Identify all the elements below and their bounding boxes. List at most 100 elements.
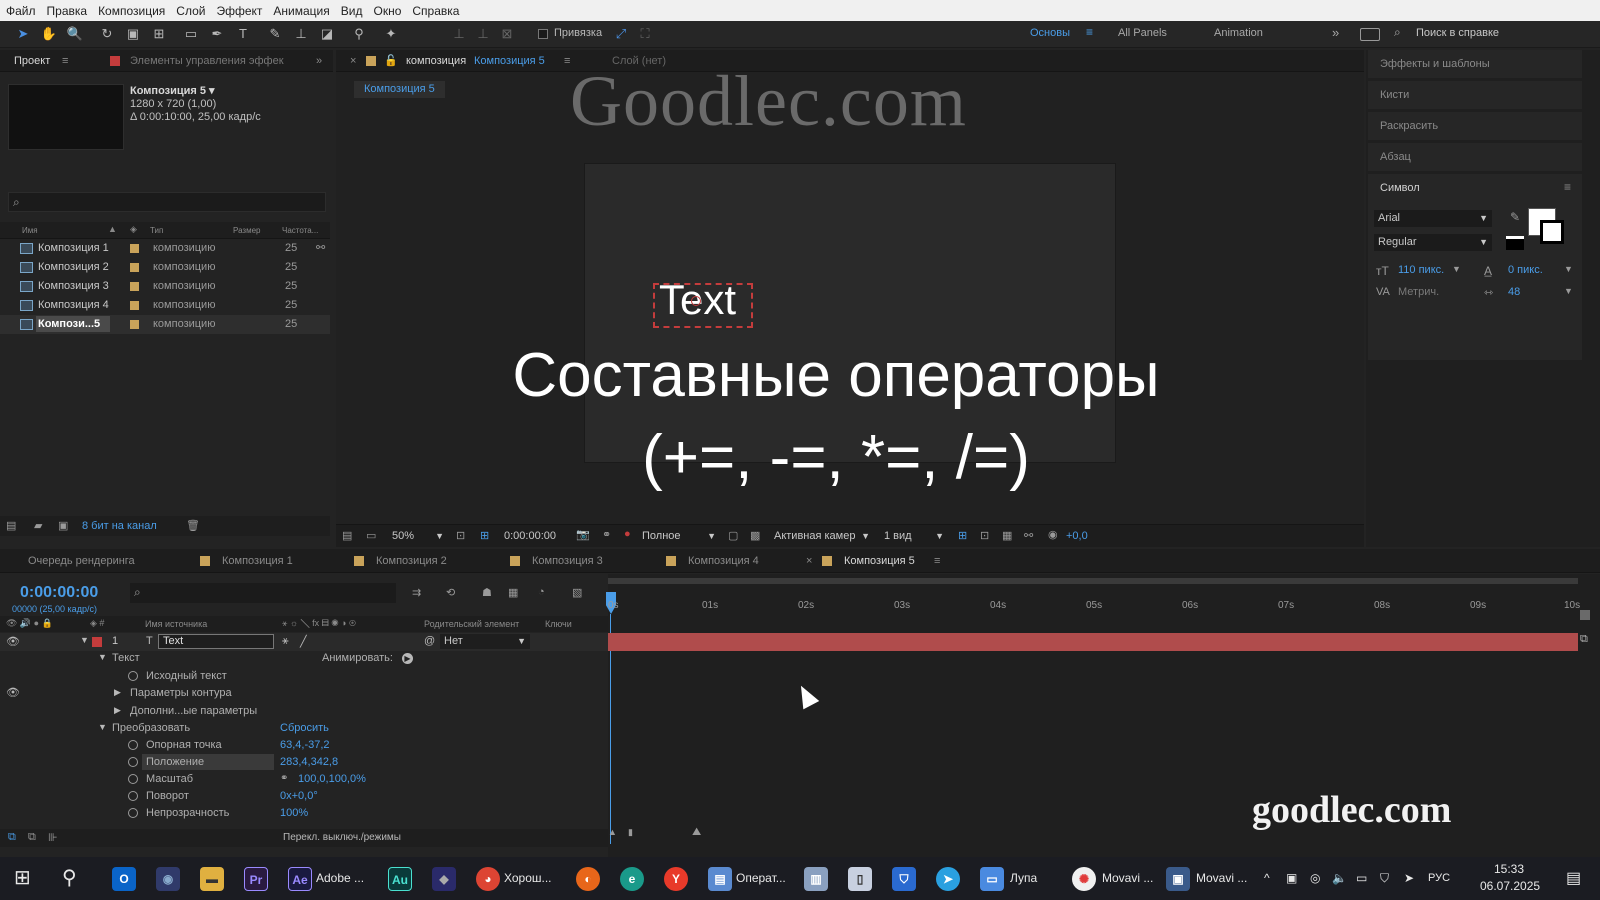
brushes-panel[interactable]: Кисти [1368,81,1582,109]
premiere-icon[interactable]: Pr [244,867,268,891]
fit-icon[interactable]: ⊡ [456,529,465,542]
movavi-screen-icon[interactable]: ▣ [1166,867,1190,891]
column-source-name[interactable]: Имя источника [145,619,207,629]
stopwatch-icon[interactable] [128,791,138,801]
more-workspaces-icon[interactable]: » [1332,25,1339,40]
property-value[interactable]: 63,4,-37,2 [280,739,330,751]
browser-icon[interactable]: ◉ [156,867,180,891]
comp-mini-flowchart-icon[interactable]: ⇉ [412,586,421,599]
safe-margins-icon[interactable]: ⊞ [480,529,489,542]
menu-help[interactable]: Справка [412,4,459,18]
font-size-value[interactable]: 110 пикс. [1398,264,1444,276]
menu-animation[interactable]: Анимация [273,4,329,18]
tracking-value[interactable]: 48 [1508,286,1520,298]
zoom-slider-thumb[interactable]: ▮ [628,827,633,838]
bit-depth-button[interactable]: 8 бит на канал [82,520,157,532]
quality-switch-icon[interactable]: ╱ [300,635,307,648]
fast-previews-icon[interactable]: ⊡ [980,529,989,542]
project-search-input[interactable]: ⌕ [8,192,326,212]
eyedropper-icon[interactable]: ✎ [1510,210,1520,224]
column-size[interactable]: Размер [233,226,261,235]
effects-presets-panel[interactable]: Эффекты и шаблоны [1368,50,1582,78]
visual-studio-icon[interactable]: ◆ [432,867,456,891]
taskbar-item-movavi-1[interactable]: Movavi ... [1102,857,1153,900]
roto-brush-tool-icon[interactable]: ⚲ [350,25,368,43]
zoom-dropdown[interactable]: 50% ▼ [392,528,444,545]
workspace-menu-icon[interactable]: ≡ [1086,25,1093,39]
column-keys[interactable]: Ключи [545,619,572,629]
exposure-icon[interactable]: ◉ [1048,528,1058,541]
show-snapshot-icon[interactable]: ⚭ [602,528,611,541]
more-options-expand-icon[interactable]: ▶ [114,705,121,716]
monitor-icon[interactable]: ▭ [366,529,376,542]
paint-panel[interactable]: Раскрасить [1368,112,1582,140]
notepad-icon[interactable]: ▥ [804,867,828,891]
type-tool-icon[interactable]: T [234,25,252,43]
telegram-icon[interactable]: ➤ [936,867,960,891]
audition-icon[interactable]: Au [388,867,412,891]
region-of-interest-icon[interactable]: ▢ [728,529,738,542]
magnifier-icon[interactable]: ▭ [980,867,1004,891]
tab-composition-label[interactable]: композиция [406,50,466,72]
tracking-dropdown-icon[interactable]: ▼ [1564,286,1573,296]
hand-tool-icon[interactable]: ✋ [40,25,58,43]
workspace-all-panels[interactable]: All Panels [1118,27,1167,39]
constrain-proportions-icon[interactable]: ⚭ [280,773,288,784]
workspace-essentials[interactable]: Основы [1030,27,1070,39]
selected-comp-name[interactable]: Композиция 5 ▾ [130,84,215,97]
menu-composition[interactable]: Композиция [98,4,165,18]
windows-start-icon[interactable]: ⊞ [14,857,31,900]
property-name[interactable]: Опорная точка [146,739,222,751]
snapping-checkbox[interactable] [538,29,548,39]
frame-blending-icon[interactable]: ▦ [508,586,518,599]
visibility-eye-icon[interactable]: 👁 [6,635,20,648]
workspace-animation[interactable]: Animation [1214,27,1263,39]
paragraph-panel[interactable]: Абзац [1368,143,1582,171]
transform-expand-icon[interactable]: ▼ [98,722,107,732]
security-icon[interactable]: ⛉ [1380,857,1389,900]
menu-file[interactable]: Файл [6,4,36,18]
flowchart-view-icon[interactable]: ⚯ [1024,529,1033,542]
zoom-tool-icon[interactable]: 🔍 [66,25,84,43]
property-name[interactable]: Масштаб [146,773,193,785]
exposure-value[interactable]: +0,0 [1066,528,1088,545]
timeline-icon[interactable]: ▦ [1002,529,1012,542]
pen-tool-icon[interactable]: ✒ [208,25,226,43]
layer-bar-end-icon[interactable]: ⧉ [1580,633,1588,646]
stopwatch-icon[interactable] [128,808,138,818]
tab-render-queue[interactable]: Очередь рендеринга [28,550,135,572]
character-menu-icon[interactable]: ≡ [1564,180,1571,194]
axis-local-icon[interactable]: ⊥ [450,25,468,43]
stopwatch-icon[interactable] [128,757,138,767]
flowchart-icon[interactable]: ⚯ [316,239,325,258]
project-item[interactable]: Композиция 1 композицию 25 ⚯ [0,239,330,258]
tab-comp-4[interactable]: Композиция 4 [688,550,759,572]
property-value[interactable]: 100,0,100,0% [298,773,366,785]
path-options-expand-icon[interactable]: ▶ [114,687,121,698]
toggle-switches-modes-button[interactable]: Перекл. выключ./режимы [283,832,401,843]
property-name[interactable]: Поворот [146,790,189,802]
tab-composition-name[interactable]: Композиция 5 [474,50,545,72]
volume-icon[interactable]: 🔈 [1332,857,1347,900]
edge-icon[interactable]: e [620,867,644,891]
tab-effect-controls[interactable]: Элементы управления эффек [130,50,284,72]
menu-effect[interactable]: Эффект [216,4,262,18]
property-value[interactable]: 0x+0,0° [280,790,318,802]
leading-dropdown-icon[interactable]: ▼ [1564,264,1573,274]
sync-settings-icon[interactable] [1360,28,1380,41]
tab-comp-3[interactable]: Композиция 3 [532,550,603,572]
always-preview-icon[interactable]: ▤ [342,529,352,542]
new-composition-icon[interactable]: ▣ [58,519,68,532]
menu-edit[interactable]: Правка [47,4,88,18]
source-text-label[interactable]: Исходный текст [146,670,227,682]
tab-comp-5[interactable]: Композиция 5 [844,550,915,572]
taskbar-item-document[interactable]: Операт... [736,857,786,900]
notifications-icon[interactable]: ▤ [1566,857,1581,900]
menu-window[interactable]: Окно [373,4,401,18]
selection-tool-icon[interactable]: ➤ [14,25,32,43]
animate-add-button[interactable]: ▶ [402,653,413,664]
chrome-icon[interactable]: ◕ [476,867,500,891]
font-size-dropdown-icon[interactable]: ▼ [1452,264,1461,274]
work-area-bar[interactable] [608,578,1578,584]
menu-view[interactable]: Вид [341,4,363,18]
